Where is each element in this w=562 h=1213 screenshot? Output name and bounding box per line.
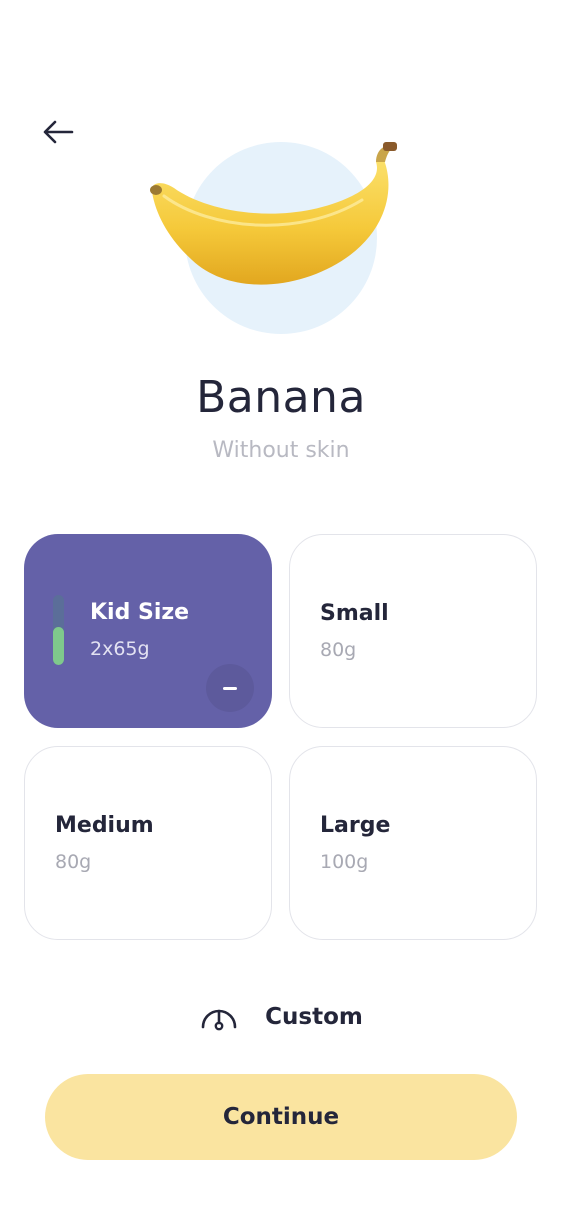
portion-card-small[interactable]: Small 80g	[289, 534, 537, 728]
portion-level-bar	[53, 595, 64, 665]
portion-label: Large	[320, 813, 391, 838]
gauge-icon	[201, 1009, 237, 1031]
food-description: Without skin	[212, 438, 350, 463]
portion-label: Kid Size	[90, 600, 190, 625]
portion-card-kid-size[interactable]: Kid Size 2x65g	[24, 534, 272, 728]
custom-label: Custom	[265, 1004, 363, 1030]
portion-card-large[interactable]: Large 100g	[289, 746, 537, 940]
portion-amount: 80g	[320, 639, 357, 661]
custom-portion-button[interactable]: Custom	[0, 995, 562, 1039]
continue-label: Continue	[222, 1104, 340, 1130]
portion-amount: 100g	[320, 851, 369, 873]
banana-image	[150, 142, 397, 285]
continue-button[interactable]: Continue	[45, 1074, 517, 1160]
portion-amount: 80g	[55, 851, 92, 873]
minus-icon	[223, 686, 237, 690]
food-hero	[0, 130, 562, 350]
portion-label: Medium	[55, 813, 154, 838]
portion-label: Small	[320, 601, 389, 626]
portion-level-fill	[53, 626, 64, 665]
decrease-button[interactable]	[206, 664, 254, 712]
portion-card-medium[interactable]: Medium 80g	[24, 746, 272, 940]
portion-amount: 2x65g	[90, 638, 150, 660]
food-name: Banana	[196, 372, 366, 423]
